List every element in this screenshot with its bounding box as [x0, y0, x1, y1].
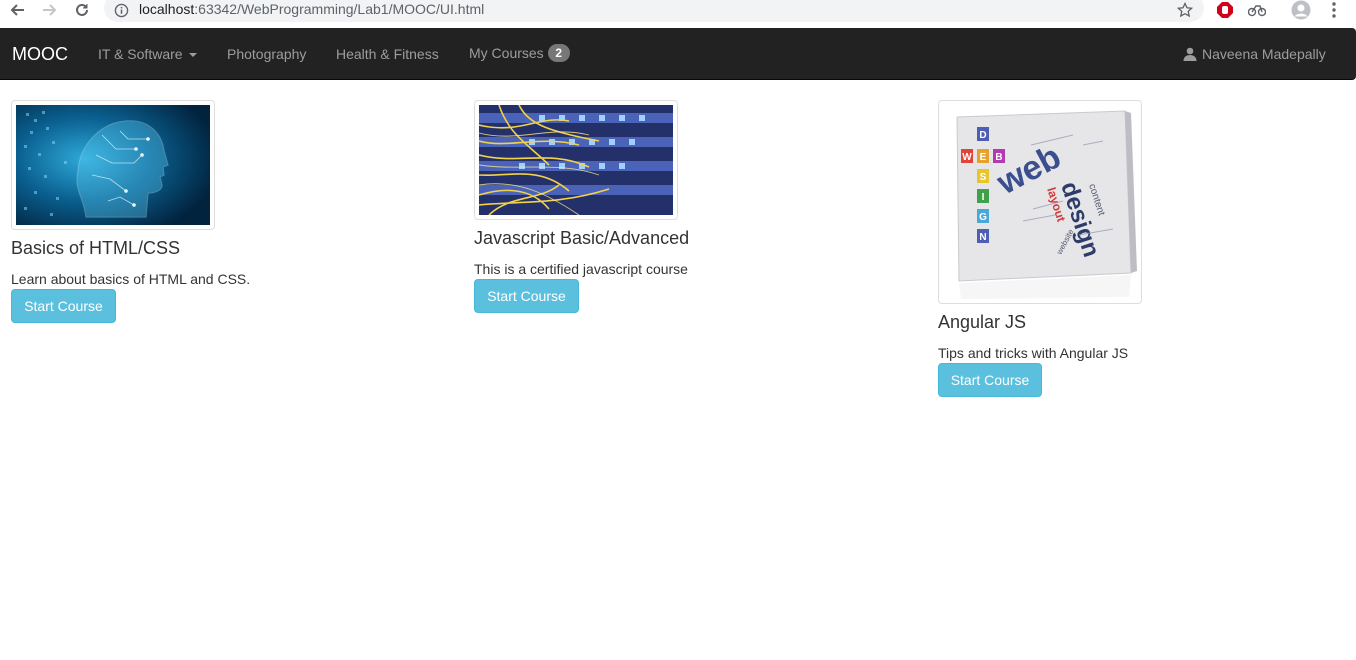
user-icon — [1183, 47, 1197, 61]
course-thumbnail[interactable] — [11, 100, 215, 230]
course-thumbnail[interactable]: D W E B S I G N web design layout conten… — [938, 100, 1142, 304]
digital-head-image — [16, 105, 210, 225]
start-course-button[interactable]: Start Course — [474, 279, 579, 313]
forward-arrow-icon[interactable] — [38, 0, 60, 20]
nav-item-it-software[interactable]: IT & Software — [98, 46, 197, 62]
nav-item-health-fitness[interactable]: Health & Fitness — [336, 46, 439, 62]
svg-text:B: B — [995, 152, 1002, 163]
network-cables-image — [479, 105, 673, 215]
main-navbar: MOOC IT & Software Photography Health & … — [0, 28, 1356, 80]
browser-toolbar: localhost:63342/WebProgramming/Lab1/MOOC… — [0, 0, 1356, 22]
reload-icon[interactable] — [71, 0, 93, 20]
nav-item-my-courses[interactable]: My Courses 2 — [469, 44, 570, 62]
url-path: :63342/WebProgramming/Lab1/MOOC/UI.html — [194, 1, 485, 17]
user-menu[interactable]: Naveena Madepally — [1183, 46, 1326, 62]
course-title: Basics of HTML/CSS — [11, 238, 181, 258]
back-arrow-icon[interactable] — [7, 0, 29, 20]
svg-text:G: G — [979, 212, 987, 223]
start-course-button[interactable]: Start Course — [11, 289, 116, 323]
nav-item-photography[interactable]: Photography — [227, 46, 306, 62]
url-host: localhost — [139, 1, 195, 17]
brand-logo[interactable]: MOOC — [12, 44, 68, 65]
nav-item-label: IT & Software — [98, 46, 183, 62]
profile-icon[interactable] — [1290, 0, 1312, 20]
nav-item-label: My Courses — [469, 45, 544, 61]
course-description: Learn about basics of HTML and CSS. — [11, 271, 251, 287]
star-icon[interactable] — [1174, 0, 1196, 20]
web-design-box-image: D W E B S I G N web design layout conten… — [943, 105, 1137, 299]
menu-dots-icon[interactable] — [1324, 0, 1344, 20]
extension-icon[interactable] — [1246, 0, 1268, 20]
svg-text:S: S — [980, 172, 987, 183]
course-title: Javascript Basic/Advanced — [474, 228, 690, 248]
adblock-icon[interactable] — [1214, 0, 1236, 20]
courses-count-badge: 2 — [547, 44, 570, 62]
svg-text:E: E — [980, 152, 987, 163]
info-icon[interactable] — [110, 0, 132, 20]
course-description: This is a certified javascript course — [474, 261, 688, 277]
user-name: Naveena Madepally — [1202, 46, 1326, 62]
svg-text:N: N — [979, 232, 986, 243]
svg-text:D: D — [979, 130, 986, 141]
svg-text:I: I — [982, 192, 985, 203]
course-description: Tips and tricks with Angular JS — [938, 345, 1129, 361]
url-text[interactable]: localhost:63342/WebProgramming/Lab1/MOOC… — [139, 1, 484, 17]
caret-down-icon — [188, 53, 197, 58]
course-title: Angular JS — [938, 312, 1027, 332]
svg-text:W: W — [962, 152, 972, 163]
start-course-button[interactable]: Start Course — [938, 363, 1042, 397]
course-thumbnail[interactable] — [474, 100, 678, 220]
